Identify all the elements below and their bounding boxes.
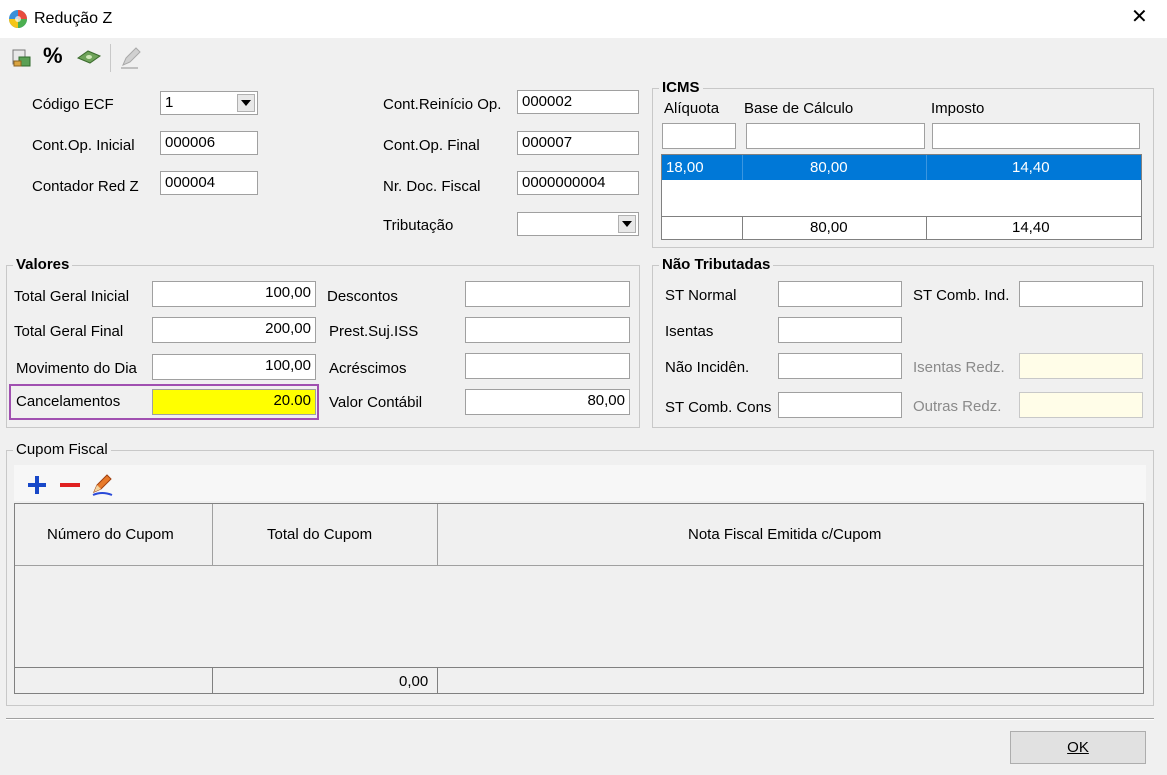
st-normal-label: ST Normal <box>665 287 737 304</box>
codigo-ecf-label: Código ECF <box>32 96 114 113</box>
isentas-label: Isentas <box>665 323 714 340</box>
col-nota-fiscal[interactable]: Nota Fiscal Emitida c/Cupom <box>688 525 881 545</box>
col-total-cupom[interactable]: Total do Cupom <box>267 525 372 545</box>
codigo-ecf-value: 1 <box>165 94 174 111</box>
codigo-ecf-select[interactable]: 1 <box>160 91 258 115</box>
outras-redz-input <box>1019 392 1143 418</box>
contador-red-z-input[interactable]: 000004 <box>160 171 258 195</box>
title-bar: Redução Z ✕ <box>0 0 1167 38</box>
icms-grid: 18,00 80,00 14,40 80,00 14,40 <box>661 154 1142 240</box>
cont-op-final-input[interactable]: 000007 <box>517 131 639 155</box>
cont-reinicio-label: Cont.Reinício Op. <box>383 96 502 113</box>
grid-divider <box>926 216 927 239</box>
footer-divider <box>437 667 438 693</box>
total-base: 80,00 <box>810 219 848 236</box>
total-geral-final-label: Total Geral Final <box>14 323 124 340</box>
imposto-input[interactable] <box>932 123 1140 149</box>
report-icon[interactable] <box>10 46 34 70</box>
row-imposto: 14,40 <box>1012 159 1050 176</box>
col-aliquota-label: Alíquota <box>664 100 720 117</box>
prest-suj-iss-label: Prest.Suj.ISS <box>329 323 419 340</box>
cupom-header <box>15 504 1143 566</box>
outras-redz-label: Outras Redz. <box>913 398 1002 415</box>
row-aliquota: 18,00 <box>666 159 704 176</box>
chevron-down-icon[interactable] <box>618 215 636 233</box>
header-divider <box>212 504 213 566</box>
st-normal-input[interactable] <box>778 281 902 307</box>
cont-op-inicial-input[interactable]: 000006 <box>160 131 258 155</box>
row-base: 80,00 <box>810 159 848 176</box>
total-geral-inicial-label: Total Geral Inicial <box>14 288 130 305</box>
st-comb-ind-input[interactable] <box>1019 281 1143 307</box>
cupom-footer-line <box>15 667 1143 668</box>
edit-pencil-icon <box>118 46 142 70</box>
total-imposto: 14,40 <box>1012 219 1050 236</box>
descontos-label: Descontos <box>327 288 398 305</box>
nao-incid-label: Não Incidên. <box>665 359 750 376</box>
cupom-fiscal-title: Cupom Fiscal <box>13 440 111 460</box>
remove-icon[interactable] <box>58 474 82 496</box>
valor-contabil-label: Valor Contábil <box>329 394 423 411</box>
grid-divider <box>742 216 743 239</box>
aliquota-input[interactable] <box>662 123 736 149</box>
acrescimos-label: Acréscimos <box>329 360 407 377</box>
app-globe-icon <box>9 10 27 28</box>
edit-icon[interactable] <box>90 472 116 498</box>
nao-incid-input[interactable] <box>778 353 902 379</box>
st-comb-cons-label: ST Comb. Cons <box>665 399 772 416</box>
descontos-input[interactable] <box>465 281 630 307</box>
st-comb-ind-label: ST Comb. Ind. <box>913 287 1010 304</box>
ok-button[interactable]: OK <box>1010 731 1146 764</box>
st-comb-cons-input[interactable] <box>778 392 902 418</box>
tributacao-select[interactable] <box>517 212 639 236</box>
acrescimos-input[interactable] <box>465 353 630 379</box>
col-imposto-label: Imposto <box>931 100 985 117</box>
row-divider <box>742 155 743 180</box>
cont-op-final-label: Cont.Op. Final <box>383 137 480 154</box>
base-calculo-input[interactable] <box>746 123 925 149</box>
add-icon[interactable] <box>26 474 48 496</box>
window-title: Redução Z <box>34 10 113 27</box>
total-geral-final-input[interactable]: 200,00 <box>152 317 316 343</box>
toolbar-separator <box>110 44 111 72</box>
icms-row-selected[interactable]: 18,00 80,00 14,40 <box>662 155 1141 180</box>
row-divider <box>926 155 927 180</box>
close-icon[interactable]: ✕ <box>1131 7 1148 27</box>
total-geral-inicial-input[interactable]: 100,00 <box>152 281 316 307</box>
grid-footer-line <box>662 216 1141 217</box>
percent-icon[interactable]: % <box>43 45 63 67</box>
isentas-redz-input <box>1019 353 1143 379</box>
valor-contabil-input[interactable]: 80,00 <box>465 389 630 415</box>
cont-op-inicial-label: Cont.Op. Inicial <box>32 137 135 154</box>
footer-separator <box>6 718 1154 720</box>
prest-suj-iss-input[interactable] <box>465 317 630 343</box>
money-icon[interactable] <box>76 46 102 70</box>
nr-doc-fiscal-input[interactable]: 0000000004 <box>517 171 639 195</box>
nao-tributadas-title: Não Tributadas <box>659 255 774 275</box>
valores-title: Valores <box>13 255 73 275</box>
movimento-do-dia-label: Movimento do Dia <box>16 360 137 377</box>
cupom-grid: Número do Cupom Total do Cupom Nota Fisc… <box>14 503 1144 694</box>
col-numero-cupom[interactable]: Número do Cupom <box>47 525 174 545</box>
cont-reinicio-input[interactable]: 000002 <box>517 90 639 114</box>
contador-red-z-label: Contador Red Z <box>32 178 139 195</box>
cancelamentos-label: Cancelamentos <box>16 393 121 410</box>
isentas-redz-label: Isentas Redz. <box>913 359 1005 376</box>
movimento-do-dia-input[interactable]: 100,00 <box>152 354 316 380</box>
footer-divider <box>212 667 213 693</box>
header-divider <box>437 504 438 566</box>
isentas-input[interactable] <box>778 317 902 343</box>
ok-button-label: OK <box>1067 739 1089 756</box>
cancelamentos-input[interactable]: 20.00 <box>152 389 316 415</box>
cupom-toolbar <box>14 465 1146 501</box>
chevron-down-icon[interactable] <box>237 94 255 112</box>
nr-doc-fiscal-label: Nr. Doc. Fiscal <box>383 178 481 195</box>
tributacao-label: Tributação <box>383 217 454 234</box>
col-base-label: Base de Cálculo <box>744 100 854 117</box>
icms-title: ICMS <box>659 78 703 98</box>
cupom-total: 0,00 <box>399 673 429 690</box>
